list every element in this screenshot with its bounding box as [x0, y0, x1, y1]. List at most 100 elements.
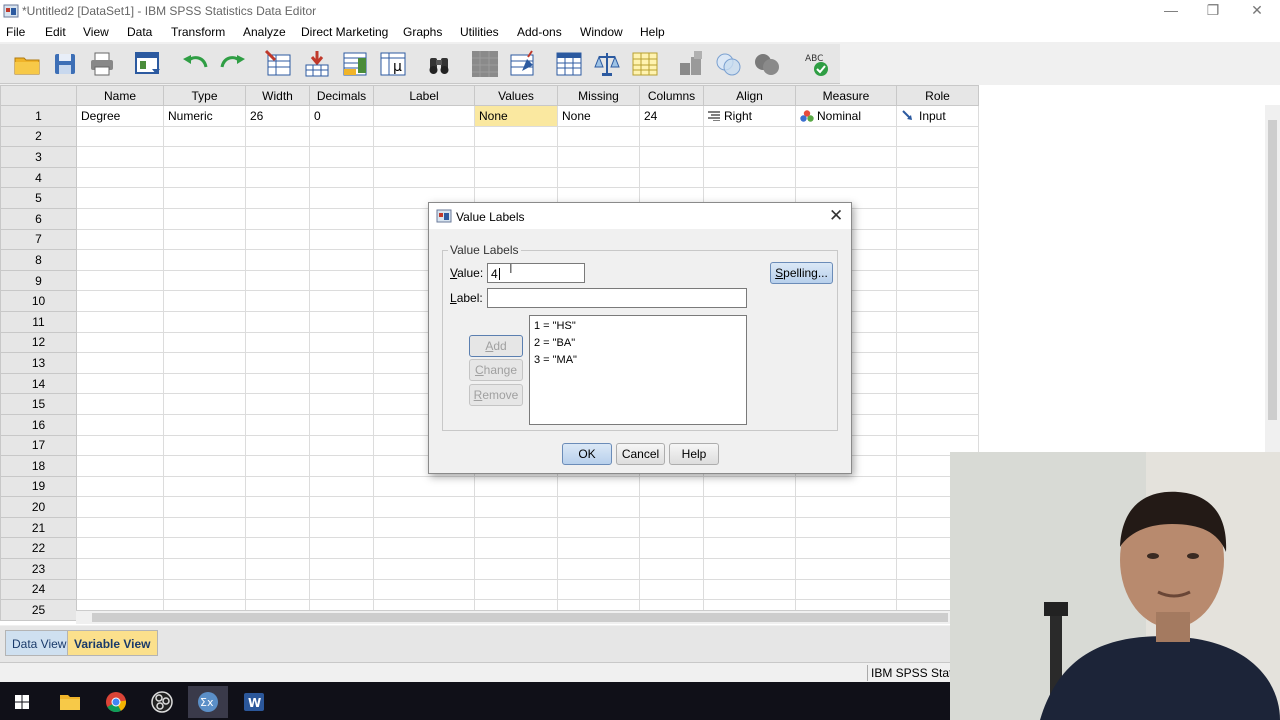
- redo-icon[interactable]: [218, 49, 248, 79]
- empty-cell[interactable]: [896, 372, 979, 395]
- horizontal-scrollbar[interactable]: [76, 610, 950, 624]
- empty-cell[interactable]: [245, 352, 310, 374]
- empty-cell[interactable]: [309, 578, 374, 601]
- empty-cell[interactable]: [76, 434, 164, 457]
- empty-cell[interactable]: [245, 331, 310, 354]
- spss-icon[interactable]: Σx: [188, 686, 228, 718]
- vertical-scroll-thumb[interactable]: [1268, 120, 1277, 420]
- row-header[interactable]: 3: [0, 146, 77, 168]
- empty-cell[interactable]: [163, 558, 246, 580]
- empty-cell[interactable]: [309, 269, 374, 292]
- menu-window[interactable]: Window: [580, 25, 623, 39]
- empty-cell[interactable]: [76, 290, 164, 312]
- empty-cell[interactable]: [163, 146, 246, 168]
- obs-icon[interactable]: [142, 686, 182, 718]
- empty-cell[interactable]: [163, 496, 246, 518]
- empty-cell[interactable]: [163, 516, 246, 539]
- empty-cell[interactable]: [703, 125, 796, 148]
- row-header[interactable]: 14: [0, 372, 77, 395]
- header-values[interactable]: Values: [474, 85, 558, 106]
- empty-cell[interactable]: [373, 516, 475, 539]
- empty-cell[interactable]: [76, 146, 164, 168]
- menu-analyze[interactable]: Analyze: [243, 25, 286, 39]
- empty-cell[interactable]: [639, 558, 704, 580]
- empty-cell[interactable]: [163, 249, 246, 271]
- goto-case-icon[interactable]: [264, 49, 294, 79]
- value-label-toggle-icon[interactable]: [676, 49, 706, 79]
- remove-button[interactable]: Remove: [469, 384, 523, 406]
- empty-cell[interactable]: [639, 537, 704, 560]
- menu-data[interactable]: Data: [127, 25, 152, 39]
- empty-cell[interactable]: [245, 187, 310, 209]
- empty-cell[interactable]: [474, 516, 558, 539]
- empty-cell[interactable]: [309, 207, 374, 230]
- row-header[interactable]: 7: [0, 228, 77, 251]
- empty-cell[interactable]: [163, 310, 246, 333]
- empty-cell[interactable]: [639, 516, 704, 539]
- empty-cell[interactable]: [163, 166, 246, 189]
- label-input[interactable]: [487, 288, 747, 308]
- insert-cases-icon[interactable]: [470, 49, 500, 79]
- value-labels-list[interactable]: 1 = "HS" 2 = "BA" 3 = "MA": [529, 315, 747, 425]
- open-folder-icon[interactable]: [12, 49, 42, 79]
- empty-cell[interactable]: [795, 146, 897, 168]
- change-button[interactable]: Change: [469, 359, 523, 381]
- menu-edit[interactable]: Edit: [45, 25, 66, 39]
- empty-cell[interactable]: [163, 187, 246, 209]
- empty-cell[interactable]: [245, 434, 310, 457]
- row-header[interactable]: 21: [0, 516, 77, 539]
- restore-button[interactable]: ❐: [1190, 0, 1236, 22]
- empty-cell[interactable]: [896, 207, 979, 230]
- empty-cell[interactable]: [373, 146, 475, 168]
- empty-cell[interactable]: [245, 475, 310, 498]
- close-button[interactable]: ✕: [1234, 0, 1280, 22]
- empty-cell[interactable]: [896, 166, 979, 189]
- empty-cell[interactable]: [795, 537, 897, 560]
- list-item[interactable]: 3 = "MA": [534, 352, 742, 369]
- empty-cell[interactable]: [245, 496, 310, 518]
- empty-cell[interactable]: [309, 455, 374, 477]
- empty-cell[interactable]: [557, 166, 640, 189]
- empty-cell[interactable]: [474, 125, 558, 148]
- empty-cell[interactable]: [309, 413, 374, 436]
- row-header[interactable]: 24: [0, 578, 77, 601]
- empty-cell[interactable]: [557, 537, 640, 560]
- empty-cell[interactable]: [474, 537, 558, 560]
- find-icon[interactable]: [424, 49, 454, 79]
- add-button[interactable]: Add: [469, 335, 523, 357]
- header-missing[interactable]: Missing: [557, 85, 640, 106]
- empty-cell[interactable]: [245, 558, 310, 580]
- empty-cell[interactable]: [557, 125, 640, 148]
- row-header[interactable]: 4: [0, 166, 77, 189]
- empty-cell[interactable]: [896, 249, 979, 271]
- empty-cell[interactable]: [309, 434, 374, 457]
- row-header[interactable]: 10: [0, 290, 77, 312]
- cell-type[interactable]: Numeric: [163, 105, 246, 127]
- empty-cell[interactable]: [639, 166, 704, 189]
- corner-cell[interactable]: [0, 85, 77, 106]
- empty-cell[interactable]: [76, 413, 164, 436]
- value-input[interactable]: 4: [487, 263, 585, 283]
- cell-values[interactable]: None: [474, 105, 558, 127]
- empty-cell[interactable]: [76, 187, 164, 209]
- empty-cell[interactable]: [76, 455, 164, 477]
- empty-cell[interactable]: [896, 146, 979, 168]
- spell-check-icon[interactable]: ABC: [802, 49, 832, 79]
- empty-cell[interactable]: [309, 496, 374, 518]
- empty-cell[interactable]: [163, 269, 246, 292]
- goto-variable-icon[interactable]: [302, 49, 332, 79]
- header-align[interactable]: Align: [703, 85, 796, 106]
- empty-cell[interactable]: [76, 475, 164, 498]
- save-icon[interactable]: [50, 49, 80, 79]
- select-cases-icon[interactable]: [630, 49, 660, 79]
- empty-cell[interactable]: [245, 125, 310, 148]
- empty-cell[interactable]: [245, 166, 310, 189]
- empty-cell[interactable]: [245, 290, 310, 312]
- empty-cell[interactable]: [639, 578, 704, 601]
- row-header[interactable]: 2: [0, 125, 77, 148]
- dialog-recall-icon[interactable]: [133, 49, 163, 79]
- cell-decimals[interactable]: 0: [309, 105, 374, 127]
- header-width[interactable]: Width: [245, 85, 310, 106]
- empty-cell[interactable]: [163, 578, 246, 601]
- header-name[interactable]: Name: [76, 85, 164, 106]
